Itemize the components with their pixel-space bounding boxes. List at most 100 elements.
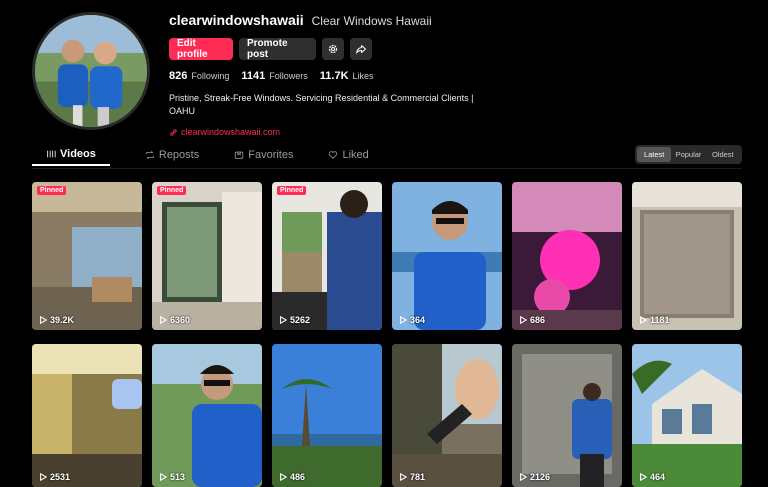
tab-liked-label: Liked: [342, 149, 369, 161]
website-text: clearwindowshawaii.com: [181, 127, 281, 137]
edit-profile-button[interactable]: Edit profile: [169, 38, 233, 60]
tab-reposts-label: Reposts: [158, 149, 200, 161]
view-count-text: 513: [170, 472, 186, 482]
video-card[interactable]: 2126: [512, 344, 622, 487]
view-count: 39.2K: [39, 315, 74, 325]
following-count: 826: [169, 70, 188, 82]
view-count: 364: [399, 315, 425, 325]
view-count-text: 5262: [290, 315, 311, 325]
pinned-badge: Pinned: [277, 186, 307, 195]
display-name: Clear Windows Hawaii: [311, 14, 432, 28]
promote-post-button[interactable]: Promote post: [239, 38, 316, 60]
view-count: 464: [639, 472, 665, 482]
view-count-text: 464: [650, 472, 666, 482]
tab-videos-label: Videos: [60, 148, 96, 160]
heart-outline-icon: [329, 151, 338, 159]
video-card[interactable]: 781: [392, 344, 502, 487]
video-thumbnail: [32, 182, 142, 330]
following-label: Following: [191, 71, 230, 81]
view-count: 5262: [279, 315, 310, 325]
pinned-badge: Pinned: [157, 186, 187, 195]
video-card[interactable]: 1181: [632, 182, 742, 330]
view-count: 686: [519, 315, 545, 325]
video-thumbnail: [512, 182, 622, 330]
video-thumbnail: [512, 344, 622, 487]
tab-reposts[interactable]: Reposts: [145, 144, 199, 166]
tab-favorites[interactable]: Favorites: [234, 144, 293, 166]
play-icon: [640, 473, 647, 481]
sort-toggle: Latest Popular Oldest: [635, 145, 742, 164]
video-thumbnail: [272, 182, 382, 330]
pinned-badge: Pinned: [37, 186, 67, 195]
sort-oldest-button[interactable]: Oldest: [706, 147, 740, 162]
following-stat[interactable]: 826 Following: [169, 70, 229, 82]
followers-label: Followers: [269, 71, 308, 81]
link-icon: [170, 128, 177, 136]
tabs-divider: [32, 168, 742, 169]
sort-latest-button[interactable]: Latest: [637, 147, 672, 162]
profile-header: clearwindowshawaii Clear Windows Hawaii …: [169, 12, 729, 137]
video-thumbnail: [632, 182, 742, 330]
play-icon: [520, 473, 527, 481]
tab-liked[interactable]: Liked: [328, 144, 369, 166]
video-card[interactable]: Pinned 6360: [152, 182, 262, 330]
bookmark-icon: [235, 151, 244, 159]
video-card[interactable]: 513: [152, 344, 262, 487]
play-icon: [520, 316, 527, 324]
view-count-text: 2531: [50, 472, 71, 482]
video-grid: Pinned 39.2K Pinned 6360 Pinned 5262 364…: [32, 182, 744, 487]
video-card[interactable]: 686: [512, 182, 622, 330]
play-icon: [400, 316, 407, 324]
play-icon: [280, 473, 287, 481]
repost-icon: [146, 150, 154, 160]
view-count: 2126: [519, 472, 550, 482]
play-icon: [160, 316, 167, 324]
play-icon: [400, 473, 407, 481]
view-count-text: 364: [410, 315, 426, 325]
view-count: 1181: [639, 315, 670, 325]
video-card[interactable]: 464: [632, 344, 742, 487]
play-icon: [640, 316, 647, 324]
profile-avatar[interactable]: [32, 12, 150, 130]
video-thumbnail: [392, 182, 502, 330]
tab-videos[interactable]: Videos: [32, 144, 110, 166]
likes-label: Likes: [352, 71, 374, 81]
video-thumbnail: [632, 344, 742, 487]
view-count-text: 6360: [170, 315, 191, 325]
website-link[interactable]: clearwindowshawaii.com: [169, 127, 729, 137]
view-count-text: 2126: [530, 472, 551, 482]
view-count-text: 486: [290, 472, 306, 482]
likes-stat: 11.7K Likes: [320, 70, 374, 82]
followers-stat[interactable]: 1141 Followers: [241, 70, 307, 82]
video-card[interactable]: 364: [392, 182, 502, 330]
tab-favorites-label: Favorites: [248, 149, 294, 161]
video-thumbnail: [272, 344, 382, 487]
video-thumbnail: [32, 344, 142, 487]
play-icon: [280, 316, 287, 324]
view-count-text: 781: [410, 472, 426, 482]
video-card[interactable]: 486: [272, 344, 382, 487]
view-count-text: 39.2K: [50, 315, 75, 325]
view-count: 781: [399, 472, 425, 482]
video-card[interactable]: Pinned 39.2K: [32, 182, 142, 330]
video-thumbnail: [392, 344, 502, 487]
sort-popular-button[interactable]: Popular: [671, 147, 705, 162]
play-icon: [40, 473, 47, 481]
share-arrow-icon: [356, 45, 366, 54]
play-icon: [160, 473, 167, 481]
view-count: 2531: [39, 472, 70, 482]
share-button[interactable]: [350, 38, 372, 60]
video-thumbnail: [152, 344, 262, 487]
settings-button[interactable]: [322, 38, 344, 60]
video-card[interactable]: Pinned 5262: [272, 182, 382, 330]
username: clearwindowshawaii: [169, 12, 304, 28]
grid-icon: [47, 150, 56, 158]
followers-count: 1141: [241, 70, 266, 82]
play-icon: [40, 316, 47, 324]
gear-icon: [328, 44, 338, 54]
profile-bio: Pristine, Streak-Free Windows. Servicing…: [169, 93, 474, 116]
profile-tabs: Videos Reposts Favorites Liked: [32, 144, 369, 168]
video-thumbnail: [152, 182, 262, 330]
view-count-text: 1181: [650, 315, 670, 325]
video-card[interactable]: 2531: [32, 344, 142, 487]
